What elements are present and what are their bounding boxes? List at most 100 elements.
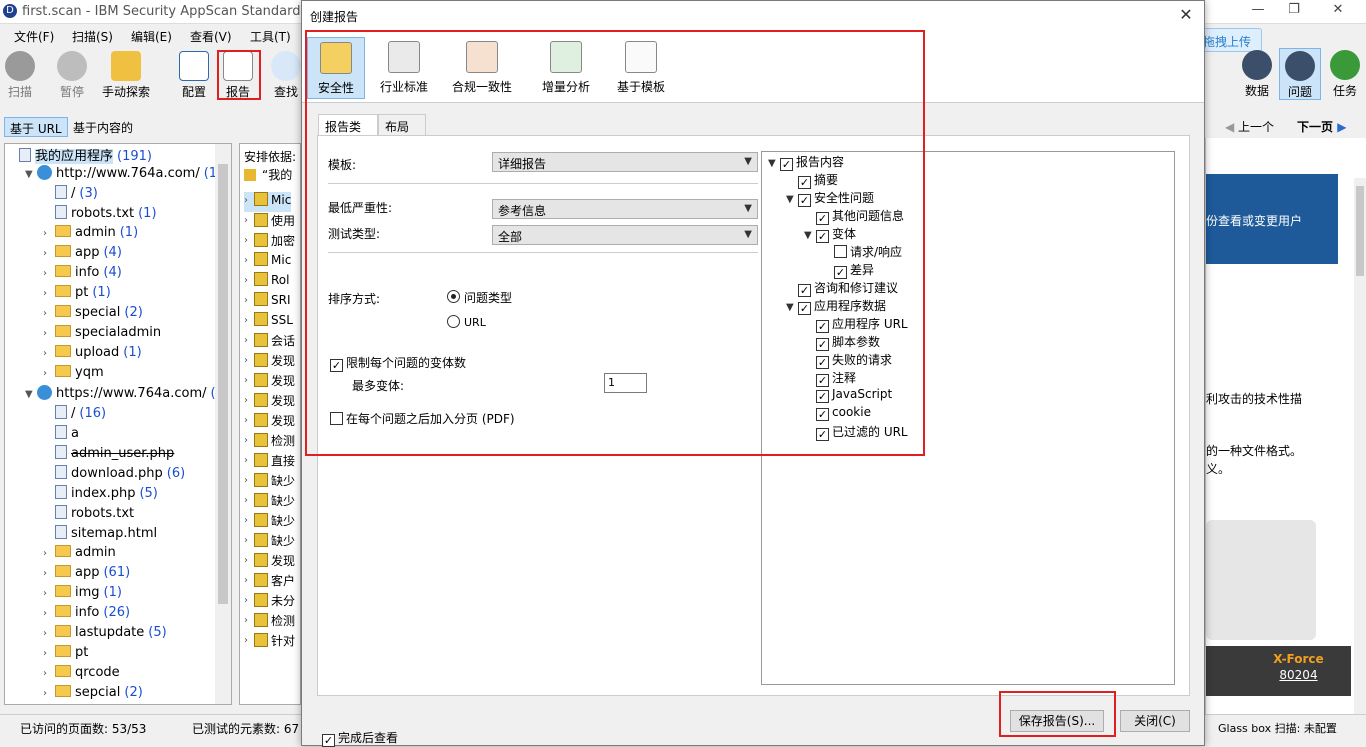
tree-item[interactable]: › info (4): [43, 265, 122, 285]
expander-icon[interactable]: ›: [244, 295, 248, 306]
issue-row[interactable]: › 缺少: [244, 512, 295, 532]
expander-icon[interactable]: ›: [244, 575, 248, 586]
expander-icon[interactable]: ›: [244, 535, 248, 546]
issue-row[interactable]: › 发现: [244, 412, 295, 432]
issue-row[interactable]: › 直接: [244, 452, 295, 472]
expander-icon[interactable]: ›: [244, 215, 248, 226]
tree-item[interactable]: › lastupdate (5): [43, 625, 167, 645]
find-button[interactable]: 查找: [270, 48, 302, 100]
issue-row[interactable]: › 针对: [244, 632, 295, 652]
detail-scrollbar[interactable]: [1354, 178, 1366, 714]
tree-item[interactable]: › yqm: [43, 365, 108, 385]
tree-item[interactable]: › info (26): [43, 605, 130, 625]
expander-icon[interactable]: ›: [244, 515, 248, 526]
expander-icon[interactable]: ›: [244, 455, 248, 466]
tab-by-url[interactable]: 基于 URL: [4, 117, 68, 137]
minimize-button[interactable]: —: [1240, 2, 1276, 22]
scroll-thumb[interactable]: [218, 164, 228, 604]
tree-item[interactable]: robots.txt (1): [43, 205, 157, 225]
tree-item[interactable]: download.php (6): [43, 465, 185, 485]
pause-button[interactable]: 暂停: [52, 48, 92, 100]
issue-row[interactable]: › Mic: [244, 192, 292, 212]
data-view-button[interactable]: 数据: [1237, 48, 1277, 100]
tree-item[interactable]: a: [43, 425, 83, 445]
expander-icon[interactable]: ›: [43, 668, 55, 679]
expander-icon[interactable]: ›: [43, 548, 55, 559]
config-button[interactable]: 配置: [176, 48, 212, 100]
expander-icon[interactable]: ›: [244, 195, 248, 206]
issues-view-button[interactable]: 问题: [1279, 48, 1321, 100]
tree-item[interactable]: ▼https://www.764a.com/(174): [25, 385, 231, 405]
expander-icon[interactable]: ›: [244, 275, 248, 286]
issue-row[interactable]: › Mic: [244, 252, 291, 272]
issue-row[interactable]: › 检测: [244, 432, 295, 452]
expander-icon[interactable]: ›: [43, 248, 55, 259]
menu-tools[interactable]: 工具(T): [250, 28, 291, 45]
xforce-link[interactable]: 80204: [1246, 668, 1351, 682]
close-window-button[interactable]: ✕: [1320, 2, 1356, 22]
expander-icon[interactable]: ›: [244, 315, 248, 326]
tree-item[interactable]: › admin (1): [43, 225, 138, 245]
issue-row[interactable]: › SRI: [244, 292, 291, 312]
expander-icon[interactable]: ›: [43, 648, 55, 659]
dialog-close-icon[interactable]: ✕: [1174, 5, 1198, 27]
expander-icon[interactable]: ›: [244, 355, 248, 366]
expander-icon[interactable]: ›: [43, 568, 55, 579]
expander-icon[interactable]: ›: [244, 235, 248, 246]
expander-icon[interactable]: ›: [244, 495, 248, 506]
expander-icon[interactable]: ›: [43, 588, 55, 599]
close-dialog-button[interactable]: 关闭(C): [1120, 710, 1190, 732]
issue-row[interactable]: › 未分: [244, 592, 295, 612]
expander-icon[interactable]: ›: [43, 348, 55, 359]
tree-item[interactable]: admin_user.php: [43, 445, 178, 465]
expander-icon[interactable]: ›: [43, 688, 55, 699]
issue-row[interactable]: › 使用: [244, 212, 295, 232]
issue-row[interactable]: › 发现: [244, 392, 295, 412]
expander-icon[interactable]: ›: [43, 328, 55, 339]
expander-icon[interactable]: ›: [43, 368, 55, 379]
tree-item[interactable]: sitemap.html: [43, 525, 161, 545]
issue-row[interactable]: › 加密: [244, 232, 295, 252]
issue-row[interactable]: › 缺少: [244, 532, 295, 552]
expander-icon[interactable]: ›: [43, 268, 55, 279]
tree-item[interactable]: › pt: [43, 645, 92, 665]
tree-item[interactable]: ▼http://www.764a.com/(17): [25, 165, 230, 185]
tree-item[interactable]: › app (4): [43, 245, 122, 265]
expander-icon[interactable]: ▼: [25, 169, 37, 180]
tree-item[interactable]: › special (2): [43, 305, 143, 325]
expander-icon[interactable]: ›: [244, 475, 248, 486]
expander-icon[interactable]: ›: [43, 288, 55, 299]
expander-icon[interactable]: ›: [244, 435, 248, 446]
tree-item[interactable]: › upload (1): [43, 345, 142, 365]
expander-icon[interactable]: ›: [43, 308, 55, 319]
issue-row[interactable]: › 检测: [244, 612, 295, 632]
tree-item[interactable]: › app (61): [43, 565, 130, 585]
tree-item[interactable]: index.php (5): [43, 485, 158, 505]
expander-icon[interactable]: ›: [43, 608, 55, 619]
manual-explore-button[interactable]: 手动探索: [98, 48, 154, 100]
menu-view[interactable]: 查看(V): [190, 28, 232, 45]
tree-item[interactable]: › img (1): [43, 585, 122, 605]
expander-icon[interactable]: ›: [244, 555, 248, 566]
expander-icon[interactable]: ›: [43, 228, 55, 239]
tab-by-content[interactable]: 基于内容的: [68, 117, 138, 137]
expander-icon[interactable]: ▼: [25, 389, 37, 400]
tree-item[interactable]: › admin: [43, 545, 120, 565]
restore-button[interactable]: ❐: [1276, 2, 1312, 22]
menu-scan[interactable]: 扫描(S): [72, 28, 113, 45]
expander-icon[interactable]: ›: [244, 415, 248, 426]
issue-row[interactable]: › SSL: [244, 312, 293, 332]
expander-icon[interactable]: ›: [244, 595, 248, 606]
expander-icon[interactable]: ›: [43, 628, 55, 639]
expander-icon[interactable]: ›: [244, 635, 248, 646]
scroll-thumb[interactable]: [1356, 186, 1364, 276]
issue-row[interactable]: › 会话: [244, 332, 295, 352]
prev-button[interactable]: ◀ 上一个: [1225, 118, 1274, 135]
tasks-view-button[interactable]: 任务: [1325, 48, 1365, 100]
issue-row[interactable]: › Rol: [244, 272, 289, 292]
issue-row[interactable]: › 发现: [244, 352, 295, 372]
tree-item[interactable]: › sepcial (2): [43, 685, 143, 704]
expander-icon[interactable]: ›: [244, 395, 248, 406]
expander-icon[interactable]: ›: [244, 335, 248, 346]
tree-item[interactable]: › qrcode: [43, 665, 124, 685]
